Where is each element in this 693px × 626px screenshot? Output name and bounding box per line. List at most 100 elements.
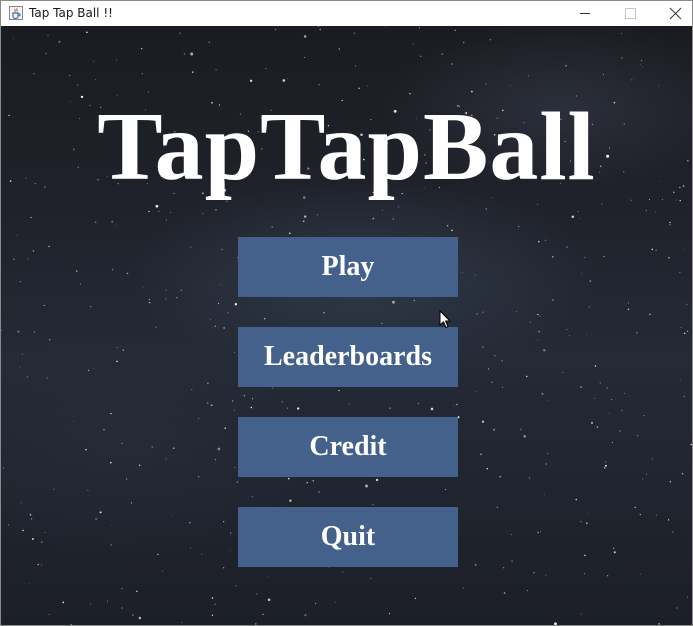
star — [116, 360, 118, 363]
star — [180, 289, 182, 291]
game-title: TapTapBall — [97, 93, 596, 201]
star — [121, 607, 123, 609]
star — [103, 428, 105, 431]
star — [172, 447, 175, 449]
star — [22, 353, 24, 355]
star — [202, 213, 204, 215]
star — [589, 280, 592, 282]
star — [208, 41, 210, 43]
star — [155, 204, 159, 208]
star — [537, 339, 539, 341]
star — [297, 407, 300, 410]
star — [111, 220, 113, 223]
star — [76, 270, 78, 272]
star — [489, 39, 492, 41]
star — [220, 284, 221, 285]
star — [207, 382, 209, 384]
star — [132, 614, 134, 616]
star — [584, 257, 586, 259]
star — [231, 400, 234, 402]
star — [606, 387, 608, 389]
star — [227, 312, 229, 314]
star — [312, 480, 314, 482]
star — [223, 327, 225, 329]
star — [87, 369, 90, 372]
star — [389, 407, 391, 409]
star — [256, 593, 258, 595]
star — [537, 203, 539, 205]
star — [141, 72, 143, 75]
star — [158, 210, 160, 212]
star — [275, 28, 277, 31]
star — [494, 355, 496, 357]
star — [604, 467, 606, 469]
star — [20, 502, 22, 504]
star — [499, 476, 501, 478]
star — [370, 577, 372, 579]
star — [328, 567, 329, 568]
star — [545, 463, 547, 465]
star — [565, 65, 567, 67]
star — [138, 616, 142, 620]
credit-button[interactable]: Credit — [238, 417, 458, 477]
star — [53, 488, 55, 490]
star — [412, 43, 414, 45]
title-bar[interactable]: Tap Tap Ball !! — [1, 1, 692, 26]
star — [131, 502, 133, 504]
star — [93, 60, 95, 62]
star — [116, 347, 118, 349]
star — [621, 57, 623, 59]
star — [26, 376, 29, 378]
play-button[interactable]: Play — [238, 237, 458, 297]
star — [121, 588, 123, 590]
star — [552, 299, 554, 301]
star — [255, 623, 257, 625]
star — [303, 220, 305, 222]
star — [502, 386, 503, 388]
star — [518, 226, 520, 228]
star — [451, 63, 453, 65]
star — [652, 458, 653, 460]
star — [491, 381, 493, 383]
star — [481, 420, 485, 423]
star — [510, 85, 512, 87]
star — [430, 407, 434, 411]
star — [679, 272, 681, 274]
star — [148, 210, 150, 213]
star — [358, 87, 360, 89]
star — [265, 68, 267, 70]
star — [537, 531, 539, 534]
star — [243, 395, 245, 397]
star — [591, 422, 593, 424]
star — [264, 318, 266, 320]
star — [658, 85, 660, 87]
star — [668, 519, 670, 521]
star — [649, 313, 651, 315]
quit-button[interactable]: Quit — [238, 507, 458, 567]
leaderboards-button[interactable]: Leaderboards — [238, 327, 458, 387]
star — [612, 547, 615, 549]
star — [116, 59, 117, 61]
star — [594, 397, 595, 399]
star — [217, 447, 221, 451]
star — [676, 607, 678, 609]
star — [541, 392, 544, 395]
star — [110, 524, 112, 526]
close-button[interactable] — [646, 1, 692, 26]
star — [49, 339, 51, 341]
star — [47, 34, 49, 36]
star — [169, 211, 171, 213]
star — [3, 467, 5, 469]
star — [607, 575, 609, 577]
star — [22, 529, 24, 532]
star — [214, 325, 216, 327]
star — [19, 281, 21, 283]
star — [454, 29, 456, 31]
star — [382, 209, 384, 211]
star — [29, 513, 32, 516]
minimize-button[interactable] — [562, 1, 608, 26]
star — [690, 443, 692, 446]
star — [604, 464, 607, 467]
star — [669, 224, 671, 226]
star — [234, 303, 238, 306]
